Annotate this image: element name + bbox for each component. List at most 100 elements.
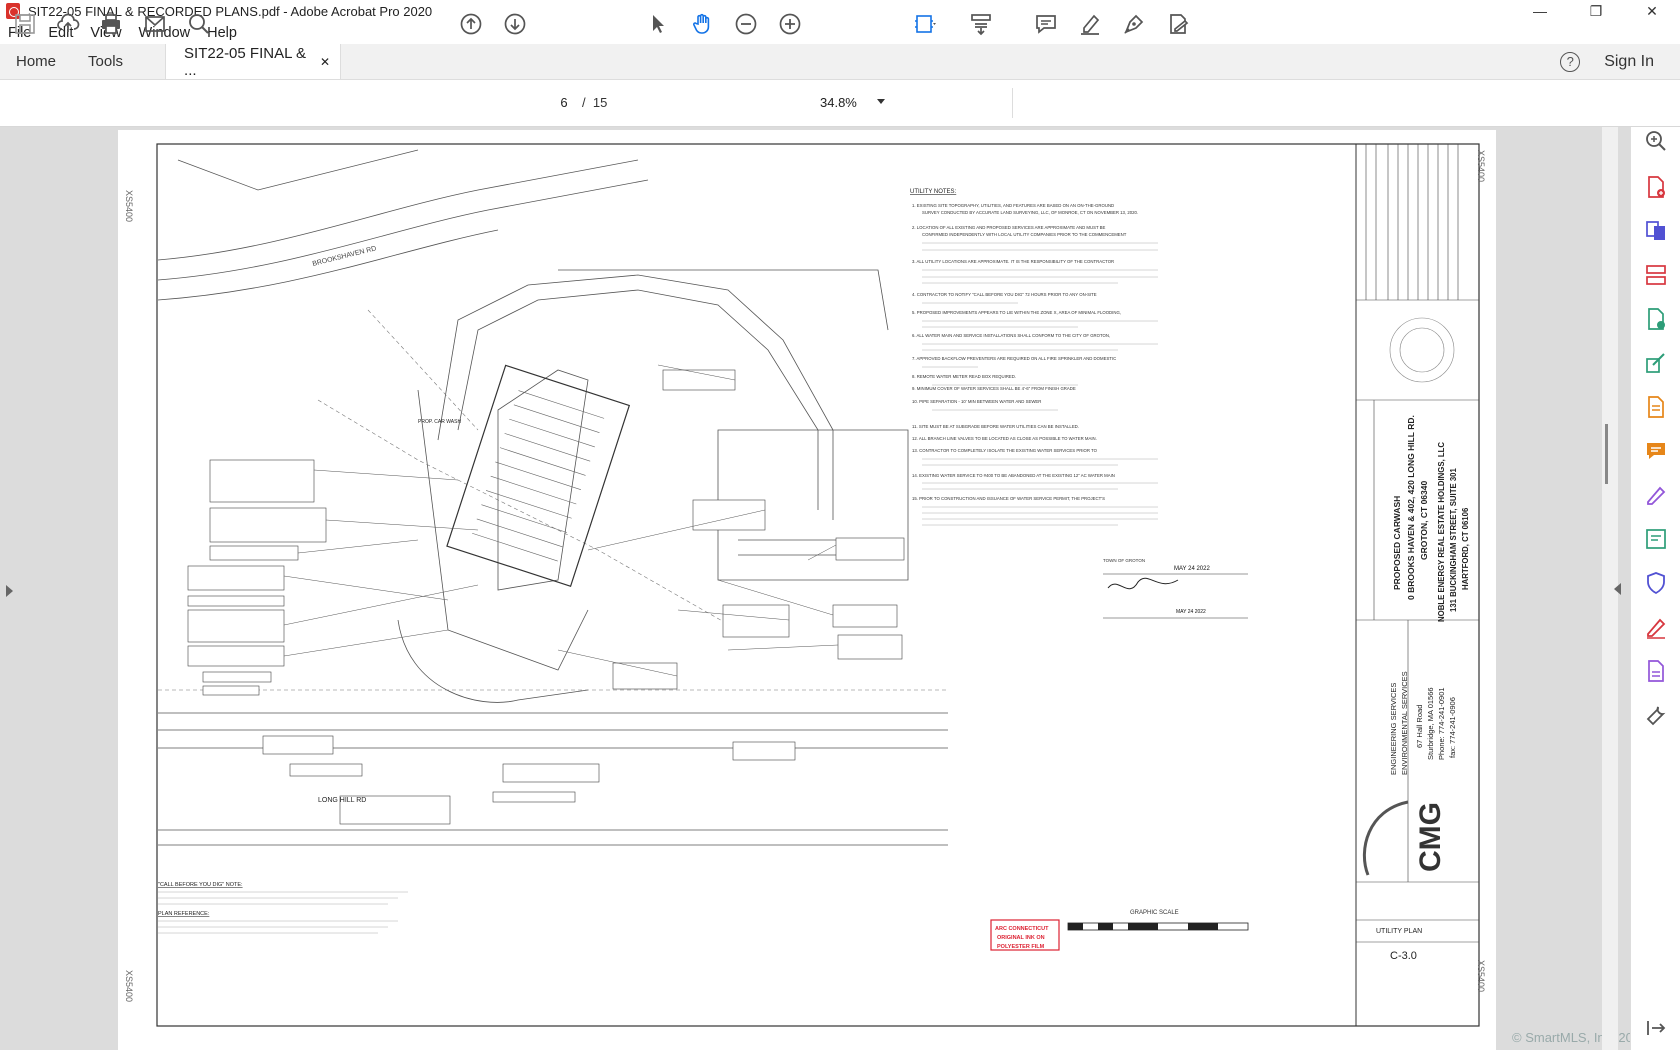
comment-icon[interactable] bbox=[1033, 11, 1059, 37]
svg-text:XS5400: XS5400 bbox=[1476, 960, 1486, 992]
select-cursor-icon[interactable] bbox=[645, 11, 671, 37]
utility-note: 4. CONTRACTOR TO NOTIFY "CALL BEFORE YOU… bbox=[912, 292, 1097, 297]
zoom-dropdown-icon[interactable] bbox=[877, 99, 885, 104]
fill-sign-icon[interactable] bbox=[1165, 11, 1191, 37]
hand-tool-icon[interactable] bbox=[689, 11, 715, 37]
tab-home[interactable]: Home bbox=[0, 44, 72, 79]
minimize-button[interactable]: — bbox=[1512, 0, 1568, 22]
title-bar: SIT22-05 FINAL & RECORDED PLANS.pdf - Ad… bbox=[0, 0, 1680, 22]
utility-note: 13. CONTRACTOR TO COMPLETELY ISOLATE THE… bbox=[912, 448, 1098, 453]
utility-note: 11. SITE MUST BE AT SUBGRADE BEFORE WATE… bbox=[912, 424, 1079, 429]
project-title: PROPOSED CARWASH bbox=[1392, 496, 1402, 590]
utility-note: SURVEY CONDUCTED BY ACCURATE LAND SURVEY… bbox=[922, 210, 1138, 215]
next-page-icon[interactable] bbox=[502, 11, 528, 37]
highlight-pen-icon[interactable] bbox=[1077, 11, 1103, 37]
utility-note: 5. PROPOSED IMPROVEMENTS APPEARS TO LIE … bbox=[912, 310, 1121, 315]
page-number-input[interactable]: 6 bbox=[548, 91, 580, 115]
sheet-number: C-3.0 bbox=[1390, 950, 1417, 962]
utility-note: 12. ALL BRANCH LINE VALVES TO BE LOCATED… bbox=[912, 436, 1097, 441]
utility-note: 10. PIPE SEPARATION - 10' MIN BETWEEN WA… bbox=[912, 399, 1041, 404]
utility-note: CONFIRMED INDEPENDENTLY WITH LOCAL UTILI… bbox=[922, 232, 1127, 237]
firm-line: ENGINEERING SERVICES bbox=[1389, 683, 1398, 775]
firm-line: 67 Hall Road bbox=[1415, 705, 1424, 748]
scrollbar-thumb[interactable] bbox=[1605, 424, 1608, 484]
stamp-line: ARC CONNECTICUT bbox=[995, 926, 1049, 932]
upload-cloud-icon[interactable] bbox=[55, 11, 81, 37]
search-icon[interactable] bbox=[186, 11, 212, 37]
utility-note: 1. EXISTING SITE TOPOGRAPHY, UTILITIES, … bbox=[912, 203, 1114, 208]
call-before-title: "CALL BEFORE YOU DIG" NOTE: bbox=[158, 882, 243, 888]
utility-note: 2. LOCATION OF ALL EXISTING AND PROPOSED… bbox=[912, 225, 1106, 230]
more-tools-icon[interactable] bbox=[1644, 703, 1668, 727]
graphic-scale-label: GRAPHIC SCALE bbox=[1130, 910, 1179, 916]
help-icon[interactable]: ? bbox=[1560, 51, 1581, 72]
print-icon[interactable] bbox=[98, 11, 124, 37]
svg-text:XS5400: XS5400 bbox=[1476, 150, 1486, 182]
utility-note: 6. ALL WATER MAIN AND SERVICE INSTALLATI… bbox=[912, 333, 1110, 338]
request-signature-icon[interactable] bbox=[1644, 615, 1668, 639]
tab-document[interactable]: SIT22-05 FINAL & ... ✕ bbox=[165, 44, 342, 79]
page-separator: / bbox=[582, 95, 586, 110]
menu-bar: File Edit View Window Help bbox=[0, 22, 1680, 44]
owner-name: NOBLE ENERGY REAL ESTATE HOLDINGS, LLC bbox=[1437, 442, 1446, 622]
firm-line: fax: 774-241-0906 bbox=[1448, 697, 1457, 758]
create-pdf-icon[interactable] bbox=[1644, 175, 1668, 199]
compress-pdf-icon[interactable] bbox=[1644, 659, 1668, 683]
export-pdf-icon[interactable] bbox=[1644, 307, 1668, 331]
approval-title: TOWN OF GROTON bbox=[1103, 558, 1145, 563]
utility-note: 14. EXISTING WATER SERVICE TO #400 TO BE… bbox=[912, 473, 1115, 478]
utility-note: 15. PRIOR TO CONSTRUCTION AND ISSUANCE O… bbox=[912, 496, 1105, 501]
close-window-button[interactable]: ✕ bbox=[1624, 0, 1680, 22]
plan-reference-title: PLAN REFERENCE: bbox=[158, 911, 210, 917]
organize-pages-icon[interactable] bbox=[1644, 263, 1668, 287]
car-wash-label: PROP. CAR WASH bbox=[418, 419, 461, 425]
firm-line: Phone: 774-241-0901 bbox=[1437, 687, 1446, 760]
firm-logo: CMG bbox=[1414, 802, 1447, 872]
owner-city: HARTFORD, CT 06106 bbox=[1461, 507, 1470, 590]
road-label: LONG HILL RD bbox=[318, 797, 366, 804]
project-city: GROTON, CT 06340 bbox=[1419, 481, 1429, 560]
edit-pdf-icon[interactable] bbox=[1644, 351, 1668, 375]
right-panel-toggle-icon[interactable] bbox=[1614, 583, 1621, 595]
sign-in-button[interactable]: Sign In bbox=[1604, 53, 1654, 71]
save-icon[interactable] bbox=[12, 11, 38, 37]
comment-tool-icon[interactable] bbox=[1644, 439, 1668, 463]
previous-page-icon[interactable] bbox=[458, 11, 484, 37]
window-title: SIT22-05 FINAL & RECORDED PLANS.pdf - Ad… bbox=[28, 3, 433, 19]
sheet-title: UTILITY PLAN bbox=[1376, 928, 1422, 935]
fit-page-icon[interactable] bbox=[912, 11, 938, 37]
tab-tools[interactable]: Tools bbox=[72, 44, 139, 79]
zoom-search-icon[interactable] bbox=[1644, 129, 1668, 153]
prepare-form-icon[interactable] bbox=[1644, 527, 1668, 551]
zoom-in-icon[interactable] bbox=[777, 11, 803, 37]
fill-and-sign-icon[interactable] bbox=[1644, 483, 1668, 507]
combine-files-icon[interactable] bbox=[1644, 219, 1668, 243]
document-tab-label: SIT22-05 FINAL & ... bbox=[184, 44, 307, 79]
project-address: 0 BROOKS HAVEN & 402, 420 LONG HILL RD. bbox=[1406, 415, 1416, 600]
utility-note: 9. MINIMUM COVER OF WATER SERVICES SHALL… bbox=[912, 386, 1076, 391]
utility-notes-title: UTILITY NOTES: bbox=[910, 189, 957, 195]
expand-pane-icon[interactable] bbox=[1644, 1015, 1668, 1039]
maximize-button[interactable]: ❐ bbox=[1568, 0, 1624, 22]
utility-note: 7. APPROVED BACKFLOW PREVENTERS ARE REQU… bbox=[912, 356, 1116, 361]
protect-icon[interactable] bbox=[1644, 571, 1668, 595]
pdf-page[interactable]: XS5400 XS5400 XS5400 XS5400 BROOKSHAVEN … bbox=[118, 130, 1496, 1050]
email-icon[interactable] bbox=[142, 11, 168, 37]
total-pages: 15 bbox=[592, 95, 608, 110]
scan-ocr-icon[interactable] bbox=[1644, 395, 1668, 419]
page-count: / 15 bbox=[582, 95, 607, 110]
draw-tool-icon[interactable] bbox=[1121, 11, 1147, 37]
stamp-line: POLYESTER FILM bbox=[997, 944, 1045, 950]
svg-text:XS5400: XS5400 bbox=[124, 190, 134, 222]
tab-bar: Home Tools SIT22-05 FINAL & ... ✕ ? Sign… bbox=[0, 44, 1680, 80]
close-tab-icon[interactable]: ✕ bbox=[320, 55, 330, 69]
owner-address: 131 BUCKINGHAM STREET, SUITE 301 bbox=[1449, 467, 1458, 612]
approval-date: MAY 24 2022 bbox=[1174, 566, 1210, 572]
zoom-out-icon[interactable] bbox=[733, 11, 759, 37]
utility-note: 8. REMOTE WATER METER READ BOX REQUIRED. bbox=[912, 374, 1016, 379]
scroll-mode-icon[interactable] bbox=[968, 11, 994, 37]
tools-pane bbox=[1630, 127, 1680, 1050]
left-panel-toggle-icon[interactable] bbox=[6, 585, 13, 597]
utility-note: 3. ALL UTILITY LOCATIONS ARE APPROXIMATE… bbox=[912, 259, 1114, 264]
street-label: BROOKSHAVEN RD bbox=[312, 245, 377, 268]
